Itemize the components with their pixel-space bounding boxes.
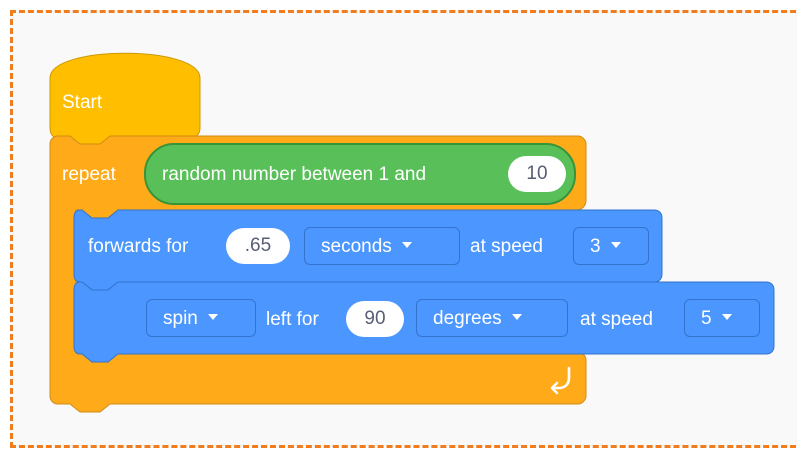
- spin-amount-input[interactable]: 90: [346, 301, 404, 337]
- random-reporter[interactable]: random number between 1 and 10: [144, 143, 576, 205]
- spin-unit-dropdown[interactable]: degrees: [416, 299, 568, 337]
- forwards-unit-value: seconds: [321, 236, 392, 257]
- spin-speed-value: 5: [701, 308, 712, 329]
- spin-direction-dropdown[interactable]: spin: [146, 299, 256, 337]
- forwards-speed-dropdown[interactable]: 3: [573, 227, 649, 265]
- forwards-duration-input[interactable]: .65: [226, 228, 290, 264]
- random-reporter-label: random number between 1 and: [162, 164, 427, 185]
- forwards-label: forwards for: [88, 236, 189, 257]
- spin-unit-value: degrees: [433, 308, 502, 329]
- random-max-input[interactable]: 10: [508, 156, 566, 192]
- chevron-down-icon: [721, 313, 732, 320]
- chevron-down-icon: [610, 241, 621, 248]
- spin-speed-dropdown[interactable]: 5: [684, 299, 760, 337]
- code-canvas: Start repeat random number between 1 and…: [0, 0, 797, 452]
- forwards-unit-dropdown[interactable]: seconds: [304, 227, 460, 265]
- start-label: Start: [62, 92, 103, 113]
- chevron-down-icon: [207, 313, 218, 320]
- blocks-shapes: [49, 52, 775, 413]
- chevron-down-icon: [401, 241, 412, 248]
- chevron-down-icon: [511, 313, 522, 320]
- forwards-speed-label: at speed: [470, 236, 543, 257]
- spin-left-for-label: left for: [266, 309, 319, 330]
- spin-speed-label: at speed: [580, 309, 653, 330]
- forwards-speed-value: 3: [590, 236, 601, 257]
- spin-direction-value: spin: [163, 308, 198, 329]
- repeat-label: repeat: [62, 164, 116, 185]
